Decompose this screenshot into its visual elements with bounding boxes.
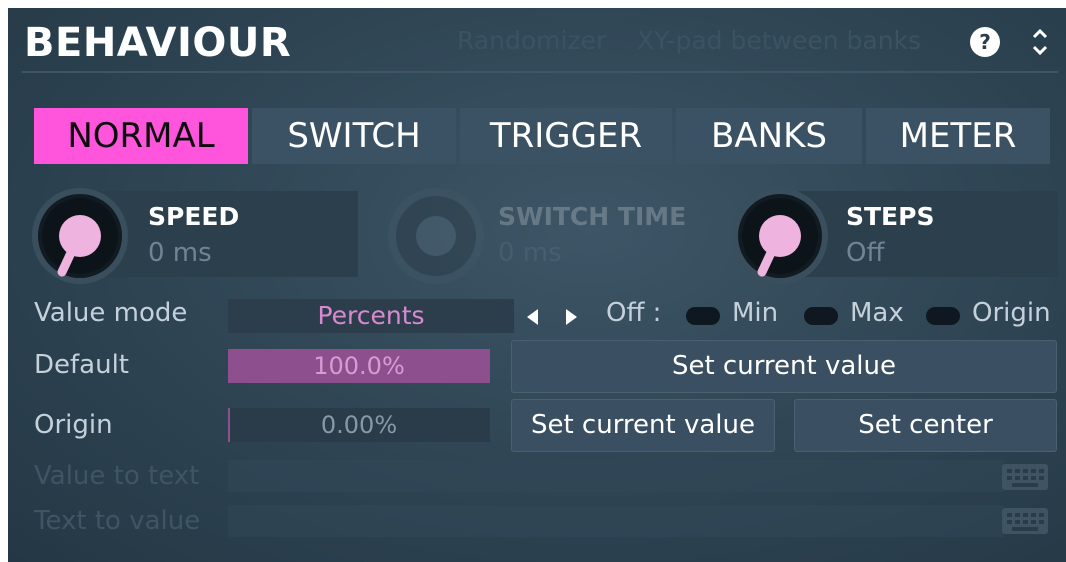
randomizer-link[interactable]: Randomizer (457, 26, 606, 55)
off-label: Off : (606, 298, 662, 328)
origin-slider[interactable]: 0.00% (228, 408, 490, 442)
value-mode-label: Value mode (34, 298, 188, 328)
default-slider[interactable]: 100.0% (228, 349, 490, 383)
arrow-right-icon[interactable] (560, 304, 584, 330)
origin-fill (228, 408, 230, 442)
switch-time-title: SWITCH TIME (498, 202, 687, 231)
tab-meter[interactable]: METER (866, 108, 1050, 164)
set-center-button[interactable]: Set center (794, 399, 1057, 452)
speed-title: SPEED (148, 202, 240, 231)
default-set-current-button[interactable]: Set current value (511, 340, 1057, 393)
tab-switch[interactable]: SWITCH (252, 108, 456, 164)
speed-value[interactable]: 0 ms (148, 238, 212, 268)
tab-banks[interactable]: BANKS (676, 108, 862, 164)
behaviour-panel: BEHAVIOUR Randomizer XY-pad between bank… (8, 8, 1066, 562)
value-mode-select[interactable]: Percents (228, 299, 514, 333)
keyboard-icon[interactable] (1002, 464, 1048, 490)
tab-trigger[interactable]: TRIGGER (460, 108, 672, 164)
origin-value: 0.00% (320, 411, 398, 439)
steps-value[interactable]: Off (846, 238, 884, 268)
xy-pad-link[interactable]: XY-pad between banks (637, 26, 921, 55)
text-to-value-label: Text to value (34, 506, 201, 536)
origin-toggle[interactable] (926, 307, 960, 325)
origin-set-current-button[interactable]: Set current value (511, 399, 775, 452)
steps-title: STEPS (846, 202, 935, 231)
min-label: Min (732, 298, 779, 328)
default-value: 100.0% (313, 352, 405, 380)
tab-normal[interactable]: NORMAL (34, 108, 248, 164)
keyboard-icon[interactable] (1002, 508, 1048, 534)
steps-knob[interactable] (730, 186, 830, 286)
origin-label: Origin (34, 410, 113, 440)
arrow-left-icon[interactable] (520, 304, 544, 330)
value-to-text-label: Value to text (34, 461, 200, 491)
switch-time-knob (388, 188, 484, 284)
help-icon[interactable]: ? (970, 27, 1000, 57)
max-label: Max (850, 298, 904, 328)
default-label: Default (34, 350, 129, 380)
header-divider (22, 71, 1058, 73)
text-to-value-field (228, 505, 1004, 537)
speed-knob[interactable] (30, 186, 130, 286)
min-toggle[interactable] (686, 307, 720, 325)
max-toggle[interactable] (804, 307, 838, 325)
switch-time-value: 0 ms (498, 238, 562, 268)
panel-title: BEHAVIOUR (24, 20, 292, 66)
origin-toggle-label: Origin (972, 298, 1051, 328)
collapse-chevron-icon[interactable] (1030, 22, 1050, 62)
value-to-text-field (228, 460, 1004, 492)
